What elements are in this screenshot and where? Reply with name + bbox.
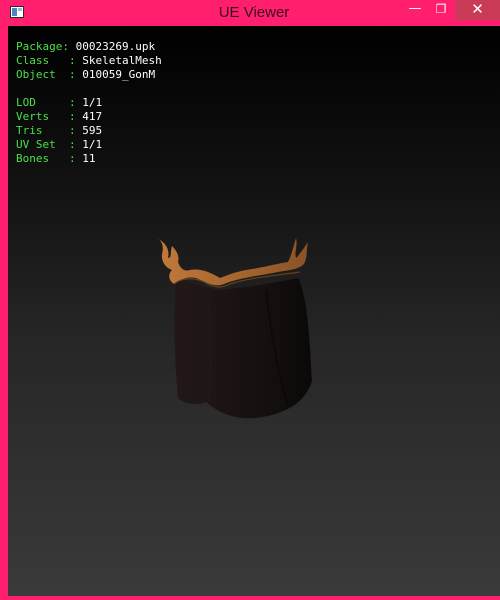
package-row: Package: 00023269.upk bbox=[16, 40, 162, 54]
app-window: UE Viewer — ❐ ✕ Package: 00023269.upk Cl… bbox=[0, 0, 500, 600]
bones-row: Bones : 11 bbox=[16, 152, 162, 166]
uvset-row: UV Set : 1/1 bbox=[16, 138, 162, 152]
verts-row: Verts : 417 bbox=[16, 110, 162, 124]
object-row: Object : 010059_GonM bbox=[16, 68, 162, 82]
verts-label: Verts : bbox=[16, 110, 83, 123]
lod-row: LOD : 1/1 bbox=[16, 96, 162, 110]
tris-label: Tris : bbox=[16, 124, 83, 137]
lod-label: LOD : bbox=[16, 96, 83, 109]
uvset-value: 1/1 bbox=[82, 138, 103, 151]
object-value: 010059_GonM bbox=[82, 68, 156, 81]
bones-label: Bones : bbox=[16, 152, 83, 165]
close-button[interactable]: ✕ bbox=[455, 0, 500, 20]
minimize-button[interactable]: — bbox=[402, 0, 428, 20]
class-value: SkeletalMesh bbox=[82, 54, 162, 67]
package-value: 00023269.upk bbox=[75, 40, 156, 53]
class-label: Class : bbox=[16, 54, 83, 67]
package-label: Package: bbox=[16, 40, 76, 53]
mesh-body bbox=[174, 276, 312, 419]
mesh-trim bbox=[156, 238, 308, 286]
title-bar[interactable]: UE Viewer — ❐ ✕ bbox=[4, 0, 500, 26]
mesh-info-overlay: Package: 00023269.upk Class : SkeletalMe… bbox=[16, 40, 162, 166]
3d-viewport[interactable]: Package: 00023269.upk Class : SkeletalMe… bbox=[8, 26, 500, 596]
skeletal-mesh-render[interactable] bbox=[148, 206, 318, 426]
lod-value: 1/1 bbox=[82, 96, 103, 109]
class-row: Class : SkeletalMesh bbox=[16, 54, 162, 68]
tris-value: 595 bbox=[82, 124, 103, 137]
object-label: Object : bbox=[16, 68, 83, 81]
verts-value: 417 bbox=[82, 110, 103, 123]
bones-value: 11 bbox=[82, 152, 96, 165]
maximize-button[interactable]: ❐ bbox=[428, 0, 454, 20]
tris-row: Tris : 595 bbox=[16, 124, 162, 138]
uvset-label: UV Set : bbox=[16, 138, 83, 151]
